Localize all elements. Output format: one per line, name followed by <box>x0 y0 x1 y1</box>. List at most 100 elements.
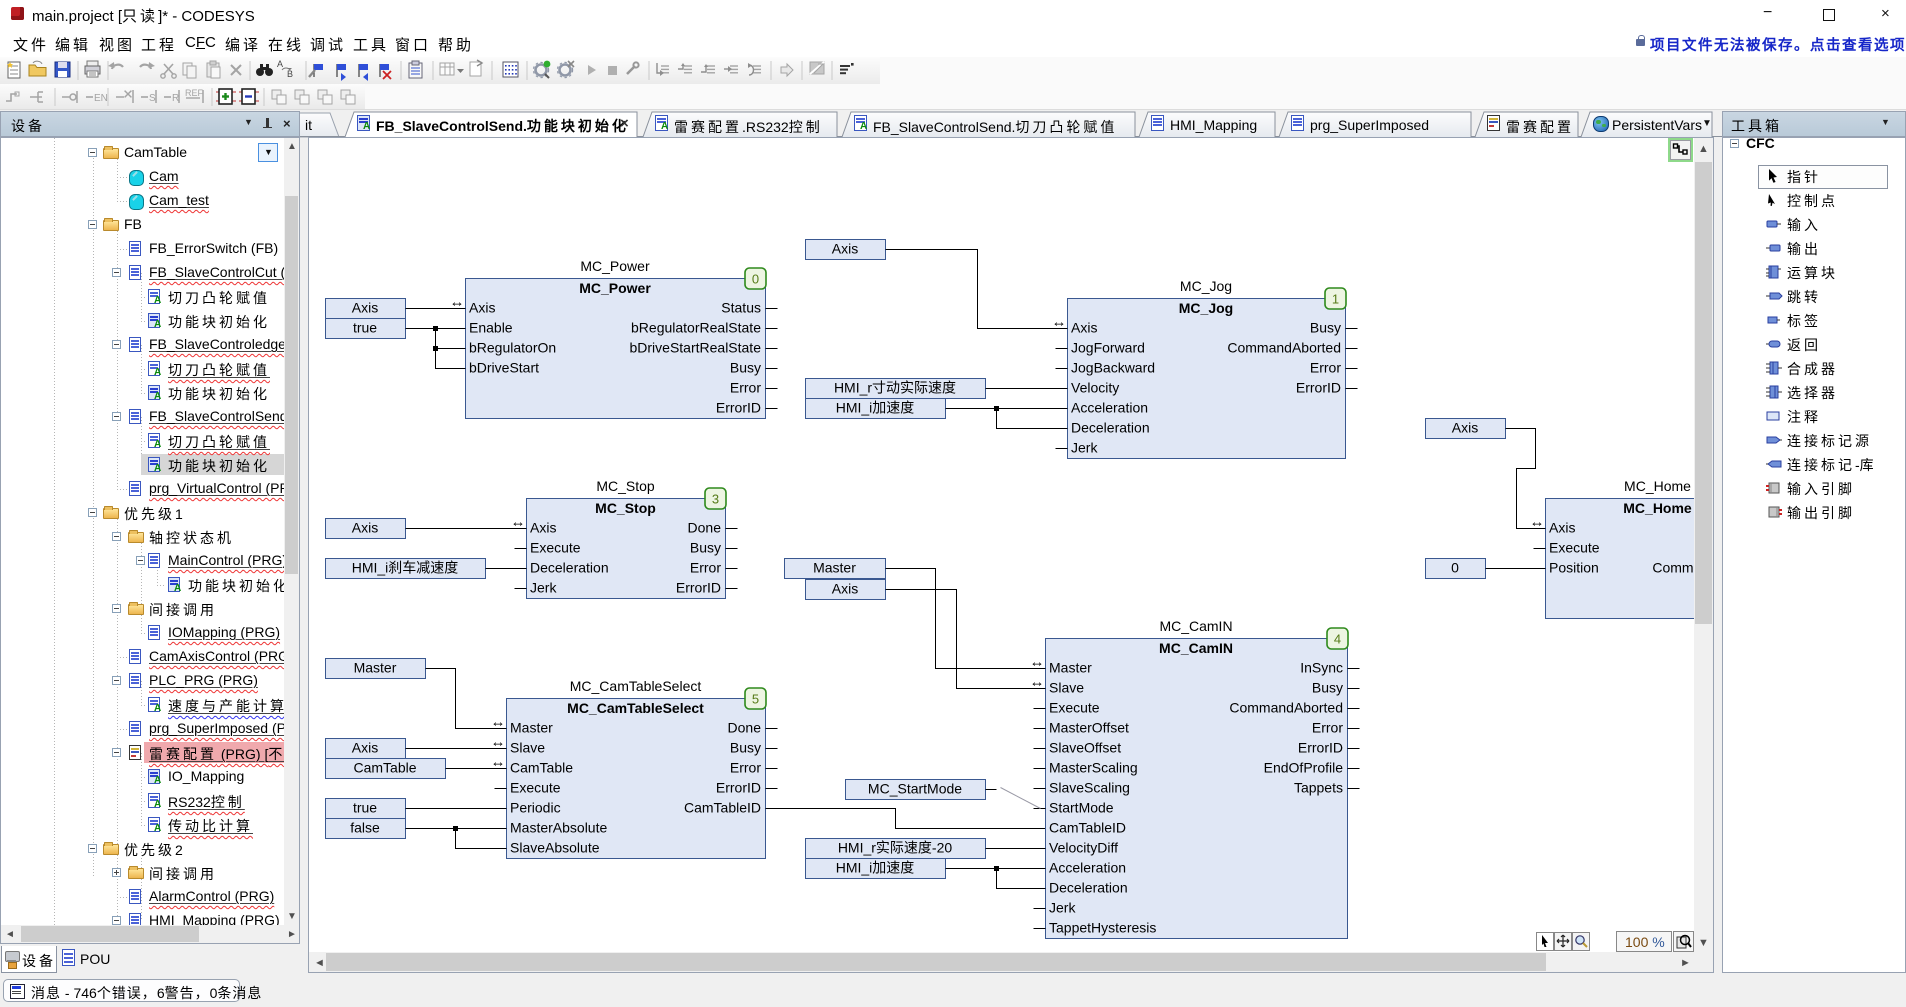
svg-text:bRegulatorOn: bRegulatorOn <box>469 340 556 356</box>
svg-text:StartMode: StartMode <box>1049 800 1114 816</box>
svg-text:Execute: Execute <box>1049 700 1100 716</box>
svg-text:ErrorID: ErrorID <box>676 580 721 596</box>
svg-text:Execute: Execute <box>530 540 581 556</box>
svg-text:HMI_i加速度: HMI_i加速度 <box>836 860 915 876</box>
svg-text:Jerk: Jerk <box>1071 440 1098 456</box>
svg-text:MC_Stop: MC_Stop <box>596 478 655 494</box>
svg-text:Busy: Busy <box>690 540 721 556</box>
svg-text:CommandAborted: CommandAborted <box>1229 700 1343 716</box>
svg-text:SlaveOffset: SlaveOffset <box>1049 740 1121 756</box>
svg-text:Axis: Axis <box>352 300 378 316</box>
svg-text:Master: Master <box>510 720 553 736</box>
svg-text:CamTable: CamTable <box>353 760 416 776</box>
svg-text:MasterOffset: MasterOffset <box>1049 720 1129 736</box>
svg-text:Master: Master <box>354 660 397 676</box>
svg-text:Busy: Busy <box>730 740 761 756</box>
svg-text:↔: ↔ <box>450 294 465 311</box>
svg-text:SlaveScaling: SlaveScaling <box>1049 780 1130 796</box>
svg-text:Busy: Busy <box>1312 680 1343 696</box>
svg-text:Axis: Axis <box>469 300 495 316</box>
svg-text:Tappets: Tappets <box>1294 780 1343 796</box>
svg-text:Done: Done <box>728 720 762 736</box>
svg-text:Acceleration: Acceleration <box>1049 860 1126 876</box>
svg-text:bDriveStart: bDriveStart <box>469 360 539 376</box>
svg-text:Axis: Axis <box>832 581 858 597</box>
svg-text:MC_CamIN: MC_CamIN <box>1159 618 1232 634</box>
svg-text:Axis: Axis <box>530 520 556 536</box>
svg-text:MasterAbsolute: MasterAbsolute <box>510 820 607 836</box>
svg-text:TappetHysteresis: TappetHysteresis <box>1049 920 1156 936</box>
svg-text:5: 5 <box>752 692 759 707</box>
svg-text:bRegulatorRealState: bRegulatorRealState <box>631 320 761 336</box>
svg-text:Master: Master <box>813 560 856 576</box>
svg-text:MC_Stop: MC_Stop <box>595 500 656 516</box>
svg-text:↔: ↔ <box>491 754 506 771</box>
svg-text:CamTableID: CamTableID <box>1049 820 1126 836</box>
svg-text:CommandAborted: CommandAborted <box>1227 340 1341 356</box>
svg-text:Done: Done <box>688 520 722 536</box>
svg-text:Busy: Busy <box>1310 320 1341 336</box>
svg-text:Axis: Axis <box>1071 320 1097 336</box>
svg-text:MC_CamTableSelect: MC_CamTableSelect <box>570 678 702 694</box>
svg-text:ErrorID: ErrorID <box>1296 380 1341 396</box>
svg-text:true: true <box>353 320 377 336</box>
svg-text:true: true <box>353 800 377 816</box>
svg-text:Axis: Axis <box>832 241 858 257</box>
svg-text:Execute: Execute <box>510 780 561 796</box>
svg-text:Deceleration: Deceleration <box>1071 420 1150 436</box>
svg-text:Slave: Slave <box>1049 680 1084 696</box>
svg-text:HMI_i加速度: HMI_i加速度 <box>836 400 915 416</box>
svg-text:Periodic: Periodic <box>510 800 561 816</box>
svg-text:R: R <box>172 93 179 104</box>
svg-text:Error: Error <box>1312 720 1343 736</box>
svg-text:Deceleration: Deceleration <box>1049 880 1128 896</box>
svg-text:4: 4 <box>1334 632 1341 647</box>
svg-text:Enable: Enable <box>469 320 513 336</box>
svg-text:JogForward: JogForward <box>1071 340 1145 356</box>
svg-text:↔: ↔ <box>511 514 526 531</box>
svg-text:Axis: Axis <box>352 520 378 536</box>
svg-text:CamTable: CamTable <box>510 760 573 776</box>
svg-text:Velocity: Velocity <box>1071 380 1119 396</box>
svg-text:Slave: Slave <box>510 740 545 756</box>
svg-text:Busy: Busy <box>730 360 761 376</box>
svg-text:Jerk: Jerk <box>1049 900 1076 916</box>
svg-text:Status: Status <box>721 300 761 316</box>
svg-text:1: 1 <box>1332 292 1339 307</box>
svg-text:JogBackward: JogBackward <box>1071 360 1155 376</box>
svg-text:EndOfProfile: EndOfProfile <box>1264 760 1344 776</box>
svg-text:S: S <box>149 93 156 104</box>
svg-text:↔: ↔ <box>1530 514 1545 531</box>
svg-text:Axis: Axis <box>352 740 378 756</box>
svg-text:SlaveAbsolute: SlaveAbsolute <box>510 840 600 856</box>
svg-text:CommandAborted: CommandAborted <box>1652 560 1694 576</box>
svg-text:↔: ↔ <box>491 714 506 731</box>
svg-text:0: 0 <box>1451 560 1459 576</box>
svg-text:3: 3 <box>712 492 719 507</box>
svg-text:EN: EN <box>94 93 108 104</box>
svg-text:↔: ↔ <box>1030 654 1045 671</box>
svg-text:ErrorID: ErrorID <box>716 400 761 416</box>
svg-text:MC_Jog: MC_Jog <box>1179 300 1233 316</box>
svg-text:HMI_r实际速度-20: HMI_r实际速度-20 <box>838 840 953 856</box>
svg-text:bDriveStartRealState: bDriveStartRealState <box>629 340 761 356</box>
svg-text:CamTableID: CamTableID <box>684 800 761 816</box>
svg-text:A: A <box>277 59 283 69</box>
svg-text:0: 0 <box>752 272 759 287</box>
svg-text:Master: Master <box>1049 660 1092 676</box>
svg-text:MC_Power: MC_Power <box>579 280 651 296</box>
svg-text:REF: REF <box>185 88 204 98</box>
svg-text:false: false <box>350 820 380 836</box>
svg-text:MC_Home: MC_Home <box>1623 500 1692 516</box>
svg-text:Position: Position <box>1549 560 1599 576</box>
svg-text:Execute: Execute <box>1549 540 1600 556</box>
svg-text:MC_Jog: MC_Jog <box>1180 278 1232 294</box>
svg-text:↔: ↔ <box>1052 314 1067 331</box>
svg-text:↔: ↔ <box>491 734 506 751</box>
svg-text:HMI_r寸动实际速度: HMI_r寸动实际速度 <box>834 380 956 396</box>
svg-text:MC_CamTableSelect: MC_CamTableSelect <box>567 700 704 716</box>
svg-text:Deceleration: Deceleration <box>530 560 609 576</box>
svg-text:HMI_i刹车减速度: HMI_i刹车减速度 <box>352 560 459 576</box>
svg-text:Error: Error <box>1310 360 1341 376</box>
svg-text:↔: ↔ <box>1030 674 1045 691</box>
